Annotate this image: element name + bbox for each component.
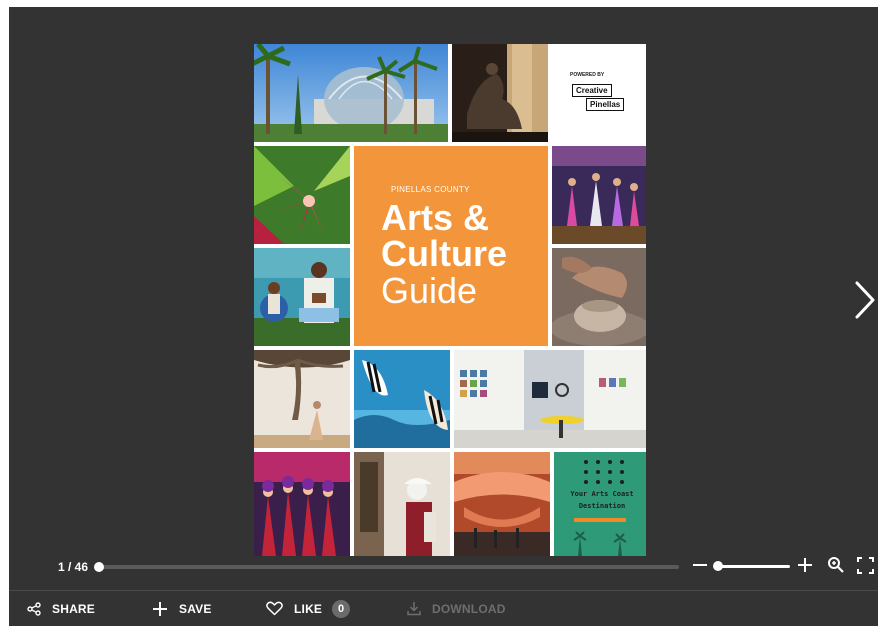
cover-subtitle: PINELLAS COUNTY [391,185,470,194]
sculpture-photo-tile [452,44,548,142]
share-button[interactable]: SHARE [27,591,95,626]
like-label: LIKE [294,601,323,616]
creative-pinellas-logo: Creative Pinellas [572,84,630,114]
zoom-magnifier-icon [828,557,844,573]
art-viewer-photo-tile [354,452,450,556]
next-page-button[interactable] [852,280,878,320]
document-viewer: POWERED BY Creative Pinellas PINELLAS CO… [9,7,878,590]
destination-tile: Your Arts Coast Destination [554,452,646,556]
plus-icon [798,558,812,572]
cover-title-line3: Guide [381,270,478,311]
cover-title-line1: Arts & [381,197,490,238]
page-progress-handle[interactable] [94,562,104,572]
chevron-right-icon [855,281,875,319]
cover-page[interactable]: POWERED BY Creative Pinellas PINELLAS CO… [254,44,646,556]
viewer-frame: POWERED BY Creative Pinellas PINELLAS CO… [9,7,878,626]
museum-photo-tile [254,44,448,142]
theater-photo-tile [254,452,350,556]
logo-word-pinellas: Pinellas [586,98,625,111]
pottery-photo-tile [552,248,646,346]
like-button[interactable]: LIKE 0 [266,591,351,626]
save-label: SAVE [179,601,212,616]
zoom-in-button[interactable] [796,556,814,574]
coral-installation-tile [454,452,550,556]
download-icon [407,602,421,616]
powered-by-tile: POWERED BY Creative Pinellas [552,44,646,142]
powered-by-label: POWERED BY [570,72,605,78]
download-button[interactable]: DOWNLOAD [407,591,506,626]
cover-title-line2: Culture [381,233,507,274]
zoom-slider-handle[interactable] [712,561,723,571]
download-label: DOWNLOAD [432,601,506,616]
bottom-toolbar: SHARE SAVE LIKE 0 DOWNLOAD [9,591,878,626]
zoom-out-button[interactable] [692,556,708,574]
cover-title-panel: PINELLAS COUNTY Arts & Culture Guide [354,146,548,346]
heart-icon [266,601,283,616]
like-count-badge: 0 [332,599,351,618]
logo-word-creative: Creative [572,84,612,97]
zoom-slider-track[interactable] [714,565,790,568]
tree-dancer-photo-tile [254,350,350,448]
destination-line2: Destination [578,502,626,510]
page-counter: 1 / 46 [58,560,89,574]
gallery-photo-tile [454,350,646,448]
zoom-magnifier-button[interactable] [827,556,845,574]
share-icon [27,601,41,616]
save-button[interactable]: SAVE [152,591,212,626]
fullscreen-icon [857,557,874,574]
fullscreen-button[interactable] [857,557,874,574]
plus-icon [153,601,167,616]
dancers-photo-tile [552,146,646,244]
page-progress-track[interactable] [99,565,679,569]
minus-icon [693,564,707,566]
reading-photo-tile [254,248,350,346]
destination-line1: Your Arts Coast [570,490,634,498]
share-label: SHARE [52,601,96,616]
flower-photo-tile [254,146,350,244]
fish-art-tile [354,350,450,448]
